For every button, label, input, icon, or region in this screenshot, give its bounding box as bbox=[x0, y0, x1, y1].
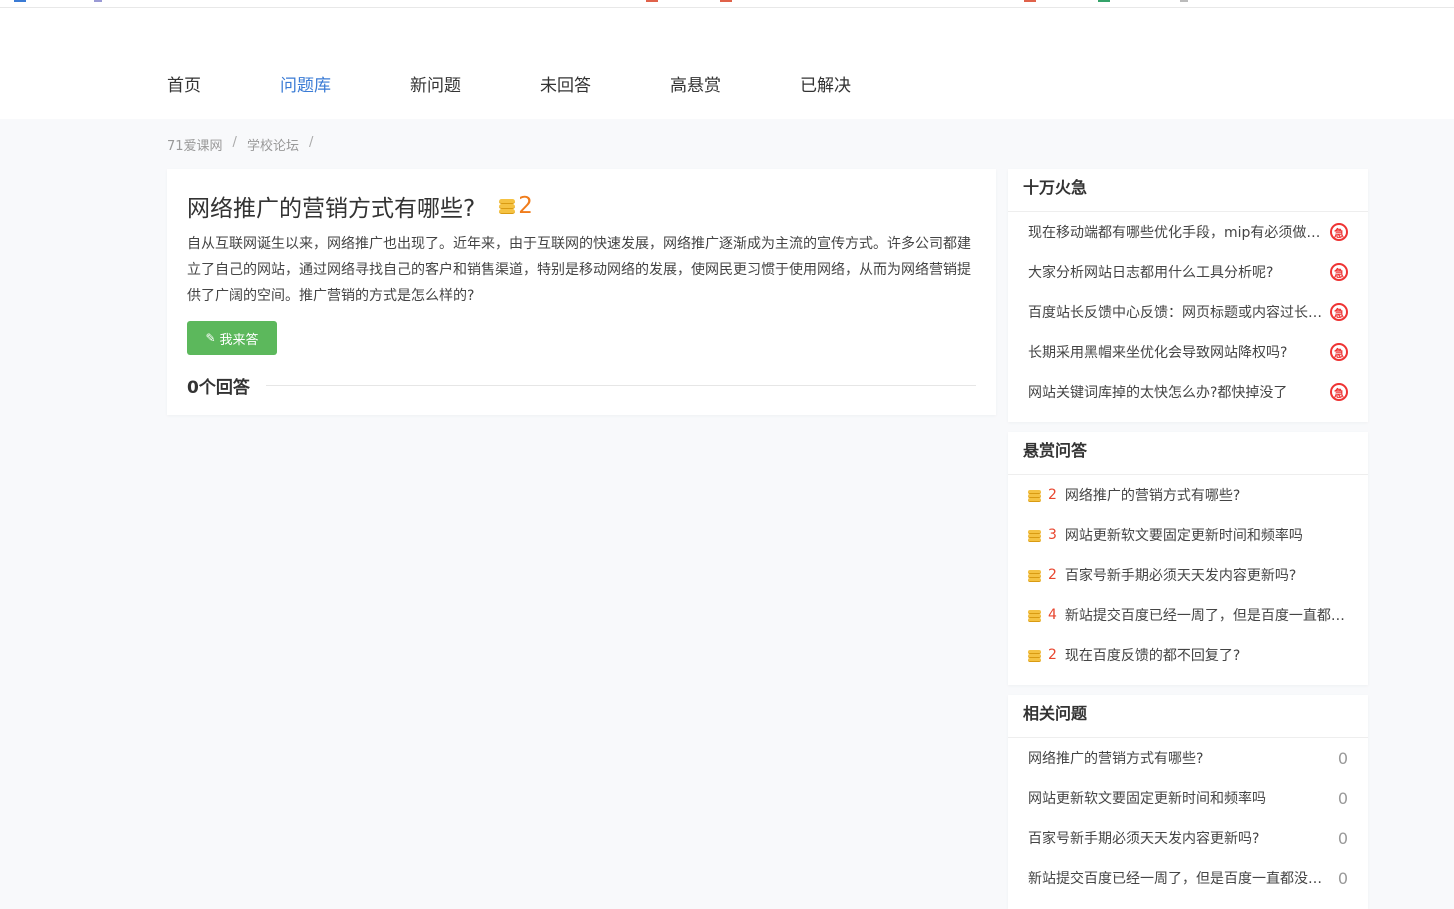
answer-button[interactable]: ✎ 我来答 bbox=[187, 321, 277, 355]
breadcrumb: 71爱课网 / 学校论坛 / bbox=[167, 135, 323, 154]
strip-mark bbox=[14, 0, 26, 2]
reward-amount: 4 bbox=[1048, 607, 1057, 623]
answer-count: 0 bbox=[1337, 868, 1348, 888]
breadcrumb-forum[interactable]: 学校论坛 bbox=[247, 135, 299, 154]
reward-item-text[interactable]: 网站更新软文要固定更新时间和频率吗 bbox=[1065, 525, 1348, 545]
breadcrumb-site[interactable]: 71爱课网 bbox=[167, 135, 223, 154]
strip-mark bbox=[94, 0, 102, 2]
reward-item-text[interactable]: 新站提交百度已经一周了，但是百度一直都没有收录 bbox=[1065, 605, 1348, 625]
list-item[interactable]: 2 网络推广的营销方式有哪些? bbox=[1028, 475, 1368, 515]
answers-header: 0个回答 bbox=[187, 373, 976, 398]
list-item[interactable]: 现在移动端都有哪些优化手段，mip有必须做吗? 急 bbox=[1028, 212, 1368, 252]
strip-mark bbox=[646, 0, 658, 2]
question-card: 网络推广的营销方式有哪些? 2 自从互联网诞生以来，网络推广也出现了。近年来，由… bbox=[167, 169, 996, 415]
divider bbox=[265, 385, 976, 386]
list-item[interactable]: 网站关键词库掉的太快怎么办?都快掉没了 急 bbox=[1028, 372, 1368, 412]
coin-icon bbox=[1028, 609, 1041, 622]
urgent-item-text[interactable]: 现在移动端都有哪些优化手段，mip有必须做吗? bbox=[1028, 222, 1322, 242]
urgent-item-text[interactable]: 网站关键词库掉的太快怎么办?都快掉没了 bbox=[1028, 382, 1322, 402]
answers-count: 0个回答 bbox=[187, 378, 250, 398]
reward-amount: 2 bbox=[518, 193, 533, 219]
reward-badge: 2 bbox=[499, 193, 533, 219]
related-panel-title: 相关问题 bbox=[1008, 695, 1368, 738]
strip-mark bbox=[1180, 0, 1188, 2]
nav-high-reward[interactable]: 高悬赏 bbox=[670, 74, 721, 98]
related-item-text[interactable]: 网站更新软文要固定更新时间和频率吗 bbox=[1028, 788, 1328, 808]
related-item-text[interactable]: 新站提交百度已经一周了，但是百度一直都没有收录 bbox=[1028, 868, 1328, 888]
list-item[interactable]: 长期采用黑帽来坐优化会导致网站降权吗? 急 bbox=[1028, 332, 1368, 372]
nav-home[interactable]: 首页 bbox=[167, 74, 201, 98]
breadcrumb-separator: / bbox=[232, 135, 237, 150]
strip-mark bbox=[720, 0, 732, 2]
list-item[interactable]: 2 现在百度反馈的都不回复了? bbox=[1028, 635, 1368, 675]
answer-count: 0 bbox=[1337, 748, 1348, 768]
nav-solved[interactable]: 已解决 bbox=[800, 74, 851, 98]
breadcrumb-separator: / bbox=[308, 135, 314, 150]
urgent-panel-title: 十万火急 bbox=[1008, 169, 1368, 212]
question-title: 网络推广的营销方式有哪些? bbox=[187, 196, 476, 222]
pencil-icon: ✎ bbox=[205, 331, 216, 345]
list-item[interactable]: 新站提交百度已经一周了，但是百度一直都没有收录 0 bbox=[1028, 858, 1368, 898]
nav-question-library[interactable]: 问题库 bbox=[280, 74, 331, 98]
reward-item-text[interactable]: 现在百度反馈的都不回复了? bbox=[1065, 645, 1348, 665]
urgent-item-text[interactable]: 百度站长反馈中心反馈：网页标题或内容过长怎么办? bbox=[1028, 302, 1322, 322]
question-description: 自从互联网诞生以来，网络推广也出现了。近年来，由于互联网的快速发展，网络推广逐渐… bbox=[187, 236, 971, 304]
list-item[interactable]: 百度站长反馈中心反馈：网页标题或内容过长怎么办? 急 bbox=[1028, 292, 1368, 332]
coin-icon bbox=[1028, 569, 1041, 582]
answer-count: 0 bbox=[1337, 828, 1348, 848]
reward-amount: 3 bbox=[1048, 527, 1057, 543]
urgent-icon: 急 bbox=[1330, 383, 1348, 401]
list-item[interactable]: 2 百家号新手期必须天天发内容更新吗? bbox=[1028, 555, 1368, 595]
reward-item-text[interactable]: 百家号新手期必须天天发内容更新吗? bbox=[1065, 565, 1348, 585]
strip-mark bbox=[1098, 0, 1110, 2]
urgent-icon: 急 bbox=[1330, 223, 1348, 241]
nav-unanswered[interactable]: 未回答 bbox=[540, 74, 591, 98]
related-item-text[interactable]: 百家号新手期必须天天发内容更新吗? bbox=[1028, 828, 1328, 848]
urgent-icon: 急 bbox=[1330, 303, 1348, 321]
urgent-item-text[interactable]: 大家分析网站日志都用什么工具分析呢? bbox=[1028, 262, 1322, 282]
site-header: 首页 问题库 新问题 未回答 高悬赏 已解决 bbox=[0, 8, 1454, 119]
reward-item-text[interactable]: 网络推广的营销方式有哪些? bbox=[1065, 485, 1348, 505]
main-nav: 首页 问题库 新问题 未回答 高悬赏 已解决 bbox=[167, 74, 930, 98]
answer-count: 0 bbox=[1337, 788, 1348, 808]
top-strip bbox=[0, 0, 1454, 8]
list-item[interactable]: 网站更新软文要固定更新时间和频率吗 0 bbox=[1028, 778, 1368, 818]
list-item[interactable]: 百家号新手期必须天天发内容更新吗? 0 bbox=[1028, 818, 1368, 858]
coin-icon bbox=[499, 198, 516, 214]
urgent-icon: 急 bbox=[1330, 263, 1348, 281]
answer-button-label: 我来答 bbox=[219, 332, 259, 348]
urgent-panel: 十万火急 现在移动端都有哪些优化手段，mip有必须做吗? 急 大家分析网站日志都… bbox=[1008, 169, 1368, 422]
urgent-icon: 急 bbox=[1330, 343, 1348, 361]
list-item[interactable]: 3 网站更新软文要固定更新时间和频率吗 bbox=[1028, 515, 1368, 555]
coin-icon bbox=[1028, 529, 1041, 542]
related-item-text[interactable]: 网络推广的营销方式有哪些? bbox=[1028, 748, 1328, 768]
list-item[interactable]: 网络推广的营销方式有哪些? 0 bbox=[1028, 738, 1368, 778]
related-panel: 相关问题 网络推广的营销方式有哪些? 0 网站更新软文要固定更新时间和频率吗 0… bbox=[1008, 695, 1368, 909]
reward-amount: 2 bbox=[1048, 487, 1057, 503]
list-item[interactable]: 大家分析网站日志都用什么工具分析呢? 急 bbox=[1028, 252, 1368, 292]
reward-amount: 2 bbox=[1048, 567, 1057, 583]
nav-new-questions[interactable]: 新问题 bbox=[410, 74, 461, 98]
reward-amount: 2 bbox=[1048, 647, 1057, 663]
reward-panel-title: 悬赏问答 bbox=[1008, 432, 1368, 475]
coin-icon bbox=[1028, 649, 1041, 662]
list-item[interactable]: 4 新站提交百度已经一周了，但是百度一直都没有收录 bbox=[1028, 595, 1368, 635]
strip-mark bbox=[1024, 0, 1036, 2]
reward-panel: 悬赏问答 2 网络推广的营销方式有哪些? 3 网站更新软文要固定更新时间和频率吗… bbox=[1008, 432, 1368, 685]
urgent-item-text[interactable]: 长期采用黑帽来坐优化会导致网站降权吗? bbox=[1028, 342, 1322, 362]
question-header: 网络推广的营销方式有哪些? 2 bbox=[187, 189, 533, 223]
coin-icon bbox=[1028, 489, 1041, 502]
